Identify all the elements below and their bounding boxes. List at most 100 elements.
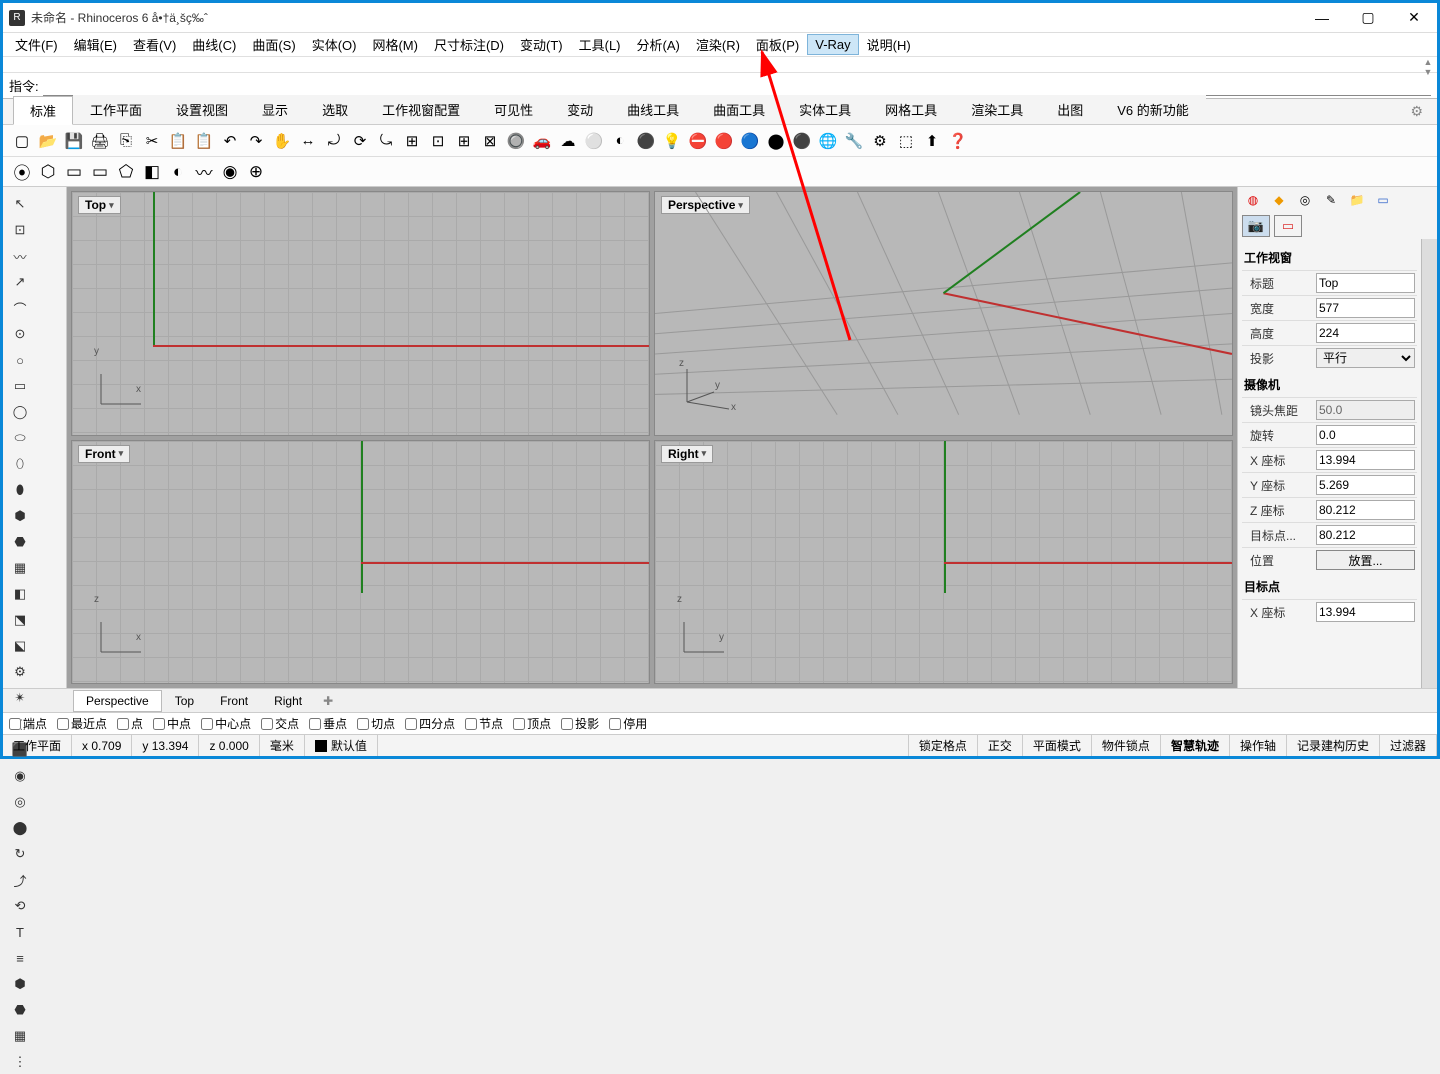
- menu-item[interactable]: 文件(F): [7, 32, 66, 57]
- panel-tab-render-icon[interactable]: ◍: [1241, 189, 1265, 211]
- toolbar-button-icon[interactable]: 🖨: [88, 129, 112, 153]
- left-tool-icon[interactable]: 〰: [6, 244, 34, 268]
- toolbar-button-icon[interactable]: ⤾: [322, 129, 346, 153]
- menu-item[interactable]: 渲染(R): [688, 32, 748, 57]
- toolbar-button-icon[interactable]: 🔴: [712, 129, 736, 153]
- menu-item[interactable]: 曲线(C): [184, 32, 244, 57]
- osnap-checkbox[interactable]: [261, 718, 273, 730]
- osnap-checkbox[interactable]: [405, 718, 417, 730]
- toolbar-button-icon[interactable]: ⚫: [634, 129, 658, 153]
- left-tool-icon[interactable]: ⬮: [6, 478, 34, 502]
- property-input[interactable]: [1316, 500, 1415, 520]
- osnap-option[interactable]: 端点: [9, 715, 47, 732]
- toolbar-button-icon[interactable]: ✂: [140, 129, 164, 153]
- toolbar-button-icon[interactable]: ⚙: [868, 129, 892, 153]
- toolbar-button-icon[interactable]: 🚗: [530, 129, 554, 153]
- left-tool-icon[interactable]: ⋮: [6, 1050, 34, 1074]
- osnap-checkbox[interactable]: [561, 718, 573, 730]
- toolbar-button-icon[interactable]: ⎘: [114, 129, 138, 153]
- status-toggle[interactable]: 正交: [978, 735, 1023, 756]
- menu-item[interactable]: 分析(A): [629, 32, 688, 57]
- property-select[interactable]: 平行: [1316, 348, 1415, 368]
- toolbar-tab[interactable]: 显示: [245, 95, 305, 124]
- toolbar-button-icon[interactable]: ⛔: [686, 129, 710, 153]
- toolbar-tab[interactable]: 工作视窗配置: [365, 95, 477, 124]
- toolbar-button-icon[interactable]: ⬆: [920, 129, 944, 153]
- osnap-checkbox[interactable]: [57, 718, 69, 730]
- left-tool-icon[interactable]: ≡: [6, 946, 34, 970]
- toolbar-button-icon[interactable]: ❓: [946, 129, 970, 153]
- viewport-perspective[interactable]: Perspective x z y: [654, 191, 1233, 436]
- viewport-title[interactable]: Top: [78, 196, 121, 214]
- menu-item[interactable]: V-Ray: [807, 34, 858, 55]
- toolbar-button-icon[interactable]: ⬚: [894, 129, 918, 153]
- property-input[interactable]: [1316, 525, 1415, 545]
- toolbar-tab[interactable]: 设置视图: [159, 95, 245, 124]
- status-toggle[interactable]: 物件锁点: [1092, 735, 1161, 756]
- toolbar-button-icon[interactable]: ⊞: [400, 129, 424, 153]
- toolbar2-button-icon[interactable]: ◐: [166, 160, 190, 184]
- osnap-checkbox[interactable]: [117, 718, 129, 730]
- property-input[interactable]: [1316, 323, 1415, 343]
- osnap-option[interactable]: 停用: [609, 715, 647, 732]
- property-input[interactable]: [1316, 450, 1415, 470]
- left-tool-icon[interactable]: ↖: [6, 192, 34, 216]
- left-tool-icon[interactable]: ⬢: [6, 504, 34, 528]
- status-toggle[interactable]: 记录建构历史: [1287, 735, 1380, 756]
- left-tool-icon[interactable]: ⬣: [6, 530, 34, 554]
- left-tool-icon[interactable]: ◧: [6, 582, 34, 606]
- toolbar-tab[interactable]: 可见性: [477, 95, 550, 124]
- subtab-camera-icon[interactable]: 📷: [1242, 215, 1270, 237]
- menu-item[interactable]: 编辑(E): [66, 32, 125, 57]
- property-input[interactable]: [1316, 475, 1415, 495]
- add-viewport-icon[interactable]: ✚: [315, 691, 341, 711]
- viewport-right[interactable]: Right yz: [654, 440, 1233, 685]
- status-toggle[interactable]: 智慧轨迹: [1161, 735, 1230, 756]
- panel-tab-layers-icon[interactable]: ◆: [1267, 189, 1291, 211]
- viewport-tab[interactable]: Top: [162, 690, 207, 712]
- toolbar-button-icon[interactable]: 🔵: [738, 129, 762, 153]
- toolbar-button-icon[interactable]: 🌐: [816, 129, 840, 153]
- left-tool-icon[interactable]: ⬕: [6, 634, 34, 658]
- status-layer[interactable]: 默认值: [305, 735, 378, 756]
- toolbar2-button-icon[interactable]: ⬡: [36, 160, 60, 184]
- toolbar-tab[interactable]: 渲染工具: [954, 95, 1040, 124]
- left-tool-icon[interactable]: ↗: [6, 270, 34, 294]
- osnap-option[interactable]: 中点: [153, 715, 191, 732]
- osnap-checkbox[interactable]: [201, 718, 213, 730]
- toolbar-button-icon[interactable]: ⊠: [478, 129, 502, 153]
- toolbar-button-icon[interactable]: ↔: [296, 129, 320, 153]
- maximize-button[interactable]: ▢: [1345, 3, 1391, 33]
- viewport-title[interactable]: Perspective: [661, 196, 750, 214]
- osnap-checkbox[interactable]: [513, 718, 525, 730]
- status-toggle[interactable]: 平面模式: [1023, 735, 1092, 756]
- osnap-option[interactable]: 切点: [357, 715, 395, 732]
- toolbar-tab[interactable]: 实体工具: [782, 95, 868, 124]
- toolbar2-button-icon[interactable]: ⊕: [244, 160, 268, 184]
- viewport-title[interactable]: Front: [78, 445, 130, 463]
- toolbar-button-icon[interactable]: ⤿: [374, 129, 398, 153]
- viewport-top[interactable]: Top xy: [71, 191, 650, 436]
- toolbar-button-icon[interactable]: ⬤: [764, 129, 788, 153]
- status-unit[interactable]: 毫米: [260, 735, 305, 756]
- toolbar-button-icon[interactable]: ◐: [608, 129, 632, 153]
- panel-tab-material-icon[interactable]: ✎: [1319, 189, 1343, 211]
- osnap-option[interactable]: 交点: [261, 715, 299, 732]
- osnap-option[interactable]: 中心点: [201, 715, 251, 732]
- panel-scrollbar[interactable]: [1421, 239, 1437, 688]
- toolbar-button-icon[interactable]: 📋: [192, 129, 216, 153]
- osnap-option[interactable]: 最近点: [57, 715, 107, 732]
- viewport-tab[interactable]: Right: [261, 690, 315, 712]
- toolbar-button-icon[interactable]: ✋: [270, 129, 294, 153]
- toolbar-button-icon[interactable]: 🔧: [842, 129, 866, 153]
- menu-item[interactable]: 工具(L): [571, 32, 629, 57]
- toolbar-button-icon[interactable]: 💾: [62, 129, 86, 153]
- left-tool-icon[interactable]: ◎: [6, 790, 34, 814]
- left-tool-icon[interactable]: ◯: [6, 400, 34, 424]
- osnap-option[interactable]: 垂点: [309, 715, 347, 732]
- osnap-option[interactable]: 顶点: [513, 715, 551, 732]
- osnap-checkbox[interactable]: [153, 718, 165, 730]
- toolbar-button-icon[interactable]: ▢: [10, 129, 34, 153]
- menu-item[interactable]: 实体(O): [304, 32, 365, 57]
- toolbar-button-icon[interactable]: ⊡: [426, 129, 450, 153]
